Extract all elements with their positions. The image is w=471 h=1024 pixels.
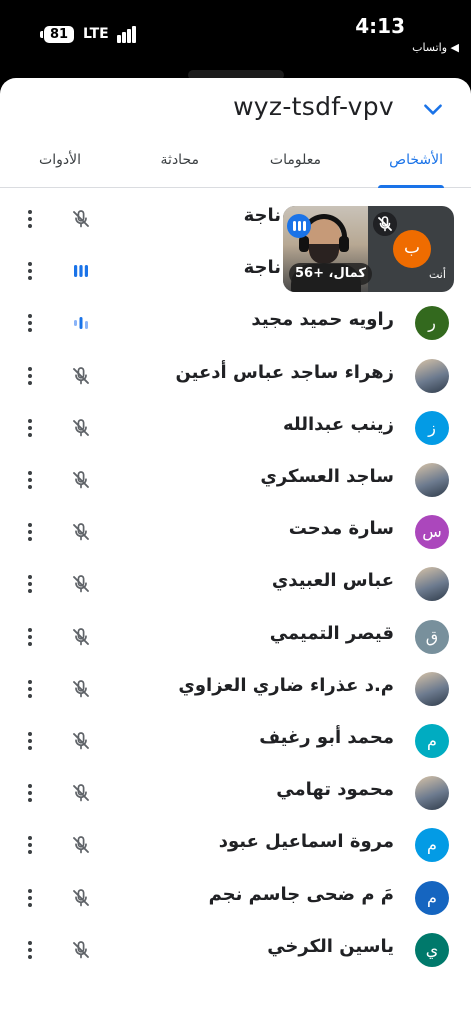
participant-row[interactable]: عباس العبيدي [0, 558, 471, 610]
muted-mic-icon [69, 520, 93, 544]
participant-name: مَ م ضحى جاسم نجم [208, 883, 394, 905]
more-options-icon[interactable] [18, 468, 42, 492]
participant-avatar [415, 567, 449, 602]
participant-name: عباس العبيدي [271, 570, 394, 592]
self-video-tile[interactable]: كمال، +56 ب أنت [283, 206, 454, 292]
self-avatar: ب [393, 230, 431, 268]
participant-row[interactable]: ياسين الكرخي ي [0, 924, 471, 976]
participant-row[interactable]: قيصر التميمي ق [0, 611, 471, 663]
more-options-icon[interactable] [18, 677, 42, 701]
participant-row[interactable]: زهراء ساجد عباس أدعين [0, 350, 471, 402]
self-label: أنت [429, 268, 446, 281]
participant-row[interactable]: زينب عبدالله ز [0, 402, 471, 454]
participant-name: مروة اسماعيل عبود [218, 831, 394, 853]
muted-mic-icon [69, 886, 93, 910]
more-options-icon[interactable] [18, 781, 42, 805]
participant-avatar [415, 776, 449, 811]
signal-bars-icon [117, 26, 141, 43]
more-options-icon[interactable] [18, 259, 42, 283]
muted-mic-icon [373, 212, 397, 236]
participant-count-badge: كمال، +56 [289, 263, 372, 285]
participant-name: ناجة [243, 205, 281, 226]
more-options-icon[interactable] [18, 938, 42, 962]
muted-mic-icon [69, 833, 93, 857]
participant-avatar [415, 358, 449, 393]
participant-name: زينب عبدالله [282, 413, 394, 435]
participant-avatar: ز [415, 410, 449, 445]
participant-row[interactable]: مَ م ضحى جاسم نجم م [0, 872, 471, 924]
participant-name: محمود تهامي [276, 779, 394, 801]
participant-avatar [415, 671, 449, 706]
participant-avatar: م [415, 880, 449, 915]
muted-mic-icon [69, 677, 93, 701]
participant-name: زهراء ساجد عباس أدعين [175, 361, 394, 383]
muted-mic-icon [69, 364, 93, 388]
muted-mic-icon [69, 416, 93, 440]
participant-name: ساجد العسكري [260, 466, 394, 487]
participant-row[interactable]: محمد أبو رغيف م [0, 715, 471, 767]
speaking-icon [287, 214, 311, 238]
muted-mic-icon [69, 938, 93, 962]
more-options-icon[interactable] [18, 520, 42, 544]
more-options-icon[interactable] [18, 311, 42, 335]
participant-row[interactable]: محمود تهامي [0, 767, 471, 819]
tab-info[interactable]: معلومات [270, 152, 321, 168]
participant-avatar: م [415, 724, 449, 758]
more-options-icon[interactable] [18, 416, 42, 440]
status-time: 4:13 [355, 14, 405, 38]
participant-row[interactable]: ساجد العسكري [0, 454, 471, 506]
speaking-indicator-icon [69, 311, 93, 335]
speaking-indicator-icon [69, 259, 93, 283]
muted-mic-icon [69, 625, 93, 649]
participant-row[interactable]: مروة اسماعيل عبود م [0, 819, 471, 871]
participant-avatar: ي [415, 932, 449, 967]
tab-bar: الأشخاص معلومات محادثة الأدوات [0, 140, 471, 188]
muted-mic-icon [69, 572, 93, 596]
muted-mic-icon [69, 207, 93, 231]
participant-row[interactable]: سارة مدحت س [0, 506, 471, 558]
participant-row[interactable]: راويه حميد مجيد ر [0, 297, 471, 349]
participant-name: ناجة [243, 257, 281, 279]
tab-chat[interactable]: محادثة [161, 152, 199, 168]
more-options-icon[interactable] [18, 572, 42, 596]
more-options-icon[interactable] [18, 207, 42, 231]
participant-name: محمد أبو رغيف [259, 727, 394, 748]
participant-name: سارة مدحت [288, 518, 394, 540]
more-options-icon[interactable] [18, 886, 42, 910]
more-options-icon[interactable] [18, 364, 42, 388]
participant-name: ياسين الكرخي [267, 935, 394, 957]
participant-name: م.د عذراء ضاري العزاوي [178, 674, 394, 696]
participant-avatar: ر [415, 306, 449, 341]
participant-avatar: س [415, 515, 449, 550]
status-bar: 81 LTE 4:13 ◀ واتساب [0, 0, 471, 76]
participant-name: راويه حميد مجيد [251, 309, 394, 331]
participant-avatar: ق [415, 619, 449, 654]
participant-avatar: م [415, 828, 449, 863]
chevron-down-icon[interactable] [420, 96, 446, 122]
muted-mic-icon [69, 468, 93, 492]
battery-indicator: 81 [40, 26, 74, 43]
muted-mic-icon [69, 729, 93, 753]
meeting-code: wyz-tsdf-vpv [233, 92, 394, 121]
tab-tools[interactable]: الأدوات [39, 152, 81, 168]
more-options-icon[interactable] [18, 625, 42, 649]
more-options-icon[interactable] [18, 729, 42, 753]
network-type: LTE [83, 26, 109, 42]
active-tab-indicator [378, 185, 444, 188]
more-options-icon[interactable] [18, 833, 42, 857]
back-to-app-link[interactable]: ◀ واتساب [412, 41, 459, 54]
tab-people[interactable]: الأشخاص [389, 152, 443, 168]
participant-avatar [415, 463, 449, 497]
participant-row[interactable]: م.د عذراء ضاري العزاوي [0, 663, 471, 715]
muted-mic-icon [69, 781, 93, 805]
participant-name: قيصر التميمي [269, 622, 394, 644]
